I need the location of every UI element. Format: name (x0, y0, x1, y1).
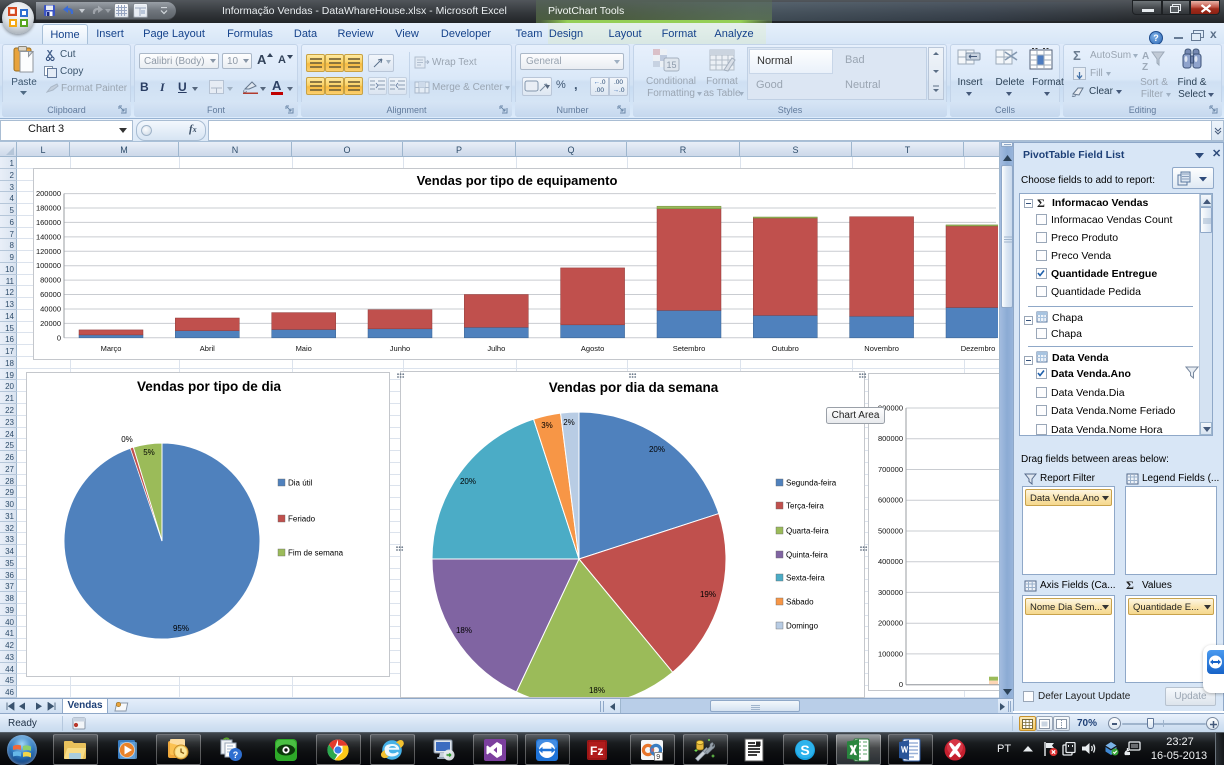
svg-text:700000: 700000 (878, 465, 903, 474)
svg-text:Fim de semana: Fim de semana (288, 549, 344, 558)
svg-text:200000: 200000 (878, 619, 903, 628)
svg-text:Sábado: Sábado (786, 598, 814, 607)
svg-text:160000: 160000 (36, 218, 61, 227)
svg-text:0: 0 (57, 333, 61, 342)
svg-text:Julho: Julho (487, 344, 505, 353)
svg-text:500000: 500000 (878, 527, 903, 536)
svg-text:Fz: Fz (590, 744, 603, 758)
svg-text:Sexta-feira: Sexta-feira (786, 574, 825, 583)
svg-text:0: 0 (899, 680, 903, 689)
svg-text:9: 9 (656, 754, 660, 761)
svg-text:Segunda-feira: Segunda-feira (786, 479, 837, 488)
svg-text:Junho: Junho (390, 344, 410, 353)
svg-text:Z: Z (1142, 62, 1148, 73)
svg-text:140000: 140000 (36, 232, 61, 241)
svg-text:Novembro: Novembro (864, 344, 899, 353)
svg-text:S: S (800, 742, 809, 758)
svg-text:Março: Março (101, 344, 122, 353)
svg-text:40000: 40000 (40, 305, 61, 314)
svg-text:180000: 180000 (36, 204, 61, 213)
svg-text:0%: 0% (121, 435, 133, 444)
svg-text:Abril: Abril (200, 344, 215, 353)
svg-text:80000: 80000 (40, 276, 61, 285)
svg-text:Terça-feira: Terça-feira (786, 502, 824, 511)
svg-text:18%: 18% (589, 686, 605, 695)
svg-text:?: ? (233, 750, 239, 760)
svg-text:800000: 800000 (878, 434, 903, 443)
svg-text:20%: 20% (649, 445, 665, 454)
svg-text:Quinta-feira: Quinta-feira (786, 551, 828, 560)
svg-text:5%: 5% (143, 448, 155, 457)
svg-text:Setembro: Setembro (673, 344, 706, 353)
svg-text:100000: 100000 (36, 261, 61, 270)
svg-text:100000: 100000 (878, 649, 903, 658)
svg-text:Feriado: Feriado (288, 515, 316, 524)
svg-text:300000: 300000 (878, 588, 903, 597)
svg-text:3%: 3% (541, 421, 553, 430)
svg-text:Agosto: Agosto (581, 344, 604, 353)
svg-text:200000: 200000 (36, 189, 61, 198)
svg-text:600000: 600000 (878, 496, 903, 505)
svg-text:95%: 95% (173, 624, 189, 633)
svg-text:Domingo: Domingo (786, 622, 819, 631)
svg-text:A: A (1142, 51, 1149, 62)
svg-text:19%: 19% (700, 590, 716, 599)
svg-text:60000: 60000 (40, 290, 61, 299)
svg-text:Quarta-feira: Quarta-feira (786, 527, 829, 536)
svg-text:Outubro: Outubro (772, 344, 799, 353)
svg-text:Maio: Maio (296, 344, 312, 353)
svg-text:120000: 120000 (36, 247, 61, 256)
svg-text:20000: 20000 (40, 319, 61, 328)
svg-text:15: 15 (667, 60, 677, 70)
svg-text:Dia útil: Dia útil (288, 479, 313, 488)
svg-text:18%: 18% (456, 626, 472, 635)
svg-text:2%: 2% (563, 418, 575, 427)
svg-text:Dezembro: Dezembro (961, 344, 996, 353)
svg-text:400000: 400000 (878, 557, 903, 566)
svg-text:20%: 20% (460, 477, 476, 486)
